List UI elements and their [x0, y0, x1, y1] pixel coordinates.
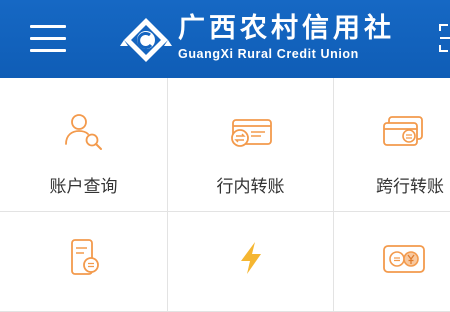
menu-item-intrabank-transfer[interactable]: 行内转账: [168, 78, 334, 212]
currency-exchange-icon: [382, 245, 425, 273]
function-grid: 账户查询 行内转账 跨行转账: [0, 78, 450, 312]
scan-icon[interactable]: [438, 22, 450, 54]
menu-item-phone-transfer[interactable]: [0, 212, 168, 312]
menu-item-interbank-transfer[interactable]: 跨行转账: [334, 78, 450, 212]
menu-item-label: 跨行转账: [376, 177, 444, 197]
brand-name-chinese: 广西农村信用社: [178, 13, 395, 44]
brand-name-english: GuangXi Rural Credit Union: [178, 47, 359, 61]
hamburger-menu-icon[interactable]: [30, 22, 66, 54]
interbank-transfer-icon: [382, 116, 423, 146]
menu-item-label: 账户查询: [49, 177, 118, 197]
bank-logo-icon: [120, 18, 172, 62]
account-query-icon: [64, 114, 102, 150]
app-header: 广西农村信用社 GuangXi Rural Credit Union: [0, 0, 450, 78]
menu-item-currency-exchange[interactable]: [334, 212, 450, 312]
card-transfer-icon: [230, 119, 272, 147]
lightning-icon: [240, 242, 261, 274]
menu-item-label: 行内转账: [216, 177, 285, 197]
menu-item-quick-pay[interactable]: [168, 212, 334, 312]
menu-item-account-query[interactable]: 账户查询: [0, 78, 168, 212]
phone-transfer-icon: [70, 239, 99, 275]
